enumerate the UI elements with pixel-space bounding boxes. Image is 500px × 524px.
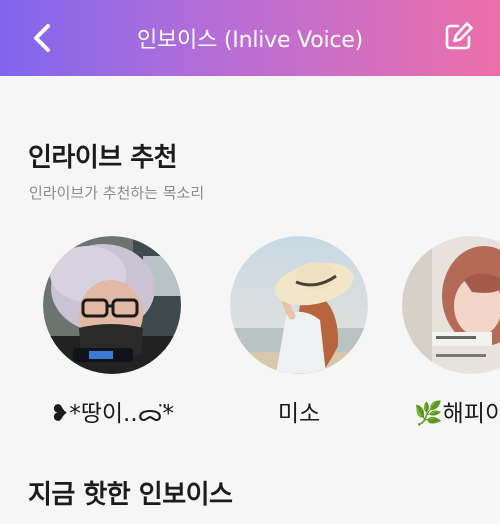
edit-button[interactable] xyxy=(440,17,478,55)
profile-card[interactable]: 미소 xyxy=(204,236,394,426)
chevron-left-icon xyxy=(34,24,50,52)
profile-avatar[interactable] xyxy=(402,236,500,374)
profile-avatar[interactable] xyxy=(230,236,368,374)
hot-section-title: 지금 핫한 인보이스 xyxy=(28,480,233,510)
profile-card[interactable]: ❥*땅이..ᯅ̈* xyxy=(17,236,207,426)
profile-name: ❥*땅이..ᯅ̈* xyxy=(49,401,175,426)
profile-avatar[interactable] xyxy=(43,236,181,374)
top-app-bar: 인보이스 (Inlive Voice) xyxy=(0,0,500,76)
back-button[interactable] xyxy=(24,20,60,56)
page-title: 인보이스 (Inlive Voice) xyxy=(136,28,364,53)
recommend-section-title: 인라이브 추천 xyxy=(28,143,178,173)
edit-square-icon xyxy=(445,22,473,50)
profile-card[interactable]: 🌿해피이 xyxy=(376,236,500,426)
recommend-carousel[interactable]: ❥*땅이..ᯅ̈* 미소 🌿해피이 xyxy=(0,236,500,426)
profile-name: 🌿해피이 xyxy=(414,401,500,426)
profile-name: 미소 xyxy=(277,401,321,426)
recommend-section-subtitle: 인라이브가 추천하는 목소리 xyxy=(29,184,205,202)
